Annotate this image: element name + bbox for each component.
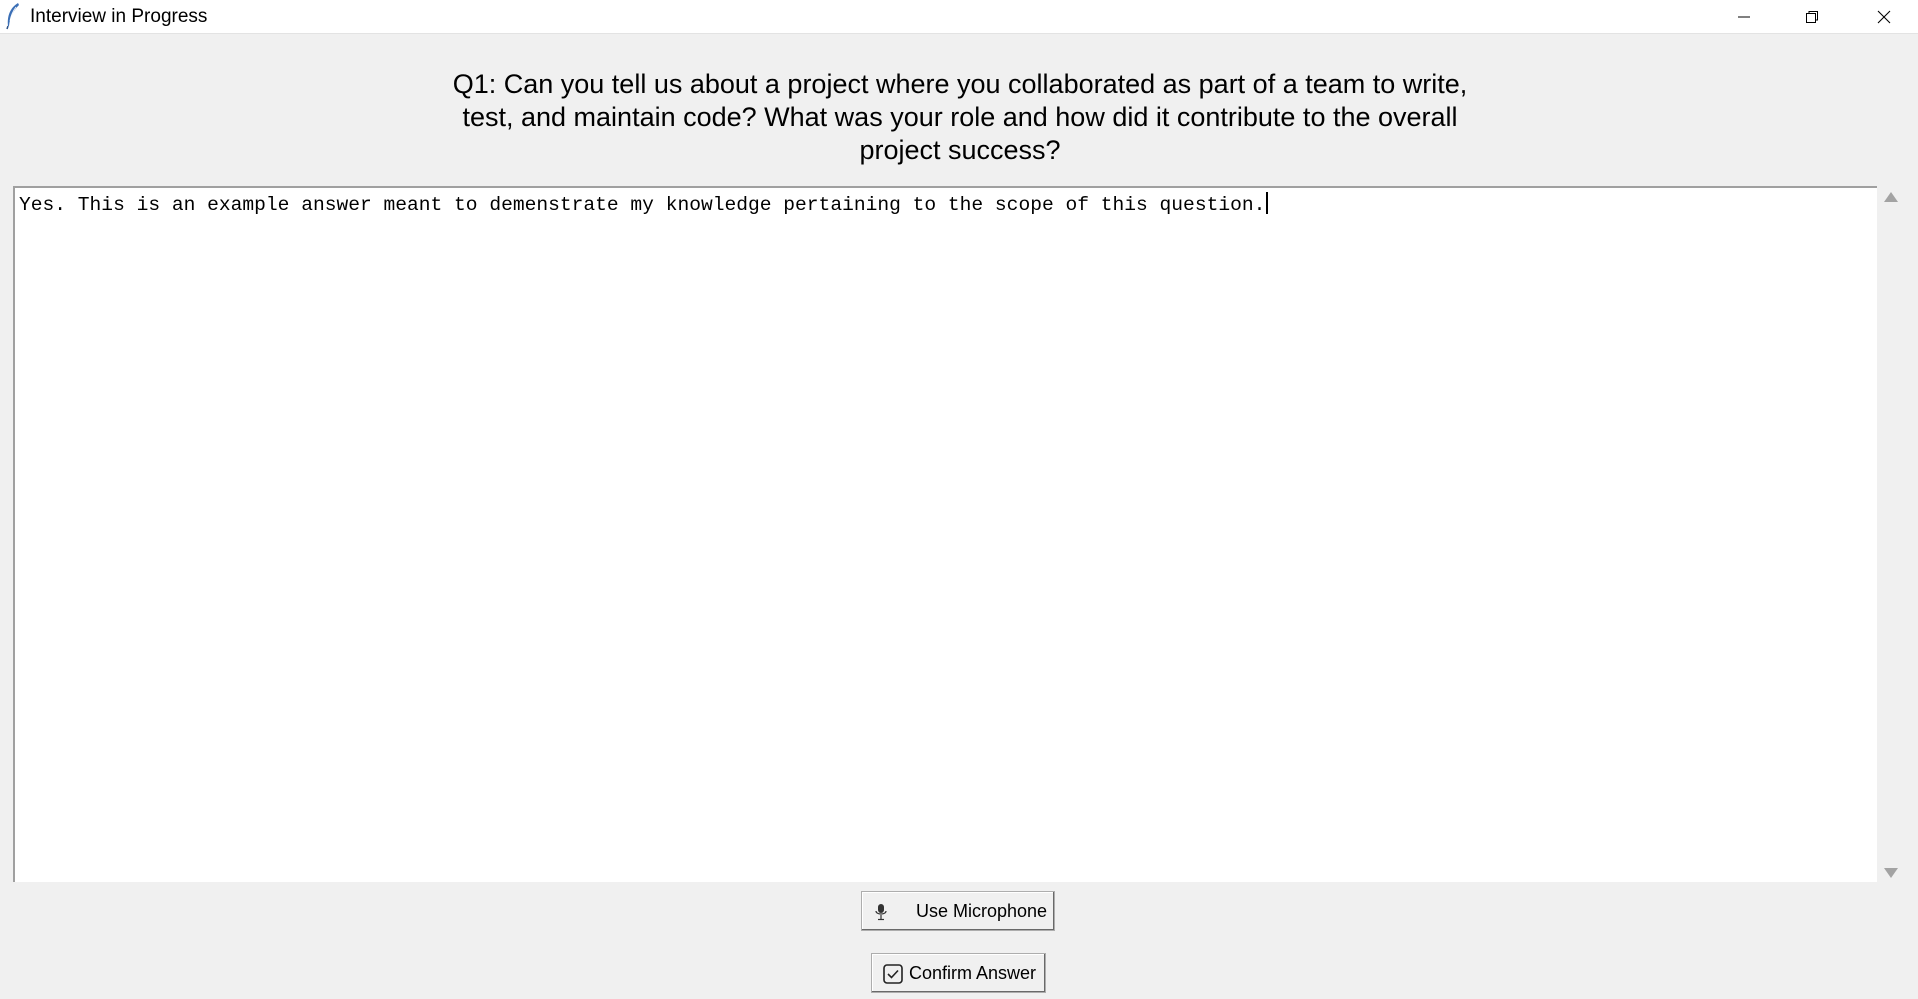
confirm-answer-button[interactable]: Confirm Answer bbox=[871, 953, 1046, 993]
vertical-scrollbar[interactable] bbox=[1880, 186, 1902, 882]
scroll-up-arrow-icon[interactable] bbox=[1884, 192, 1898, 202]
close-icon bbox=[1877, 10, 1891, 23]
use-microphone-button[interactable]: Use Microphone bbox=[861, 891, 1055, 931]
scroll-down-arrow-icon[interactable] bbox=[1884, 868, 1898, 878]
answer-text-content: Yes. This is an example answer meant to … bbox=[19, 192, 1269, 216]
question-text: Q1: Can you tell us about a project wher… bbox=[452, 69, 1468, 165]
feather-icon bbox=[6, 3, 19, 30]
text-cursor bbox=[1266, 192, 1269, 214]
minimize-button[interactable] bbox=[1710, 0, 1778, 33]
answer-text-value: Yes. This is an example answer meant to … bbox=[19, 194, 1266, 216]
use-microphone-label: Use Microphone bbox=[916, 901, 1048, 921]
window-title: Interview in Progress bbox=[30, 6, 208, 27]
minimize-icon bbox=[1738, 16, 1750, 17]
title-bar: Interview in Progress bbox=[0, 0, 1918, 34]
close-button[interactable] bbox=[1850, 0, 1918, 33]
interview-window: Interview in Progress Q1: Can you tell u… bbox=[0, 0, 1918, 999]
answer-textarea[interactable]: Yes. This is an example answer meant to … bbox=[13, 186, 1877, 882]
restore-button[interactable] bbox=[1778, 0, 1846, 33]
confirm-answer-label: Confirm Answer bbox=[909, 963, 1037, 983]
restore-icon bbox=[1806, 10, 1818, 23]
checkbox-icon bbox=[883, 964, 903, 984]
microphone-icon bbox=[875, 904, 887, 921]
